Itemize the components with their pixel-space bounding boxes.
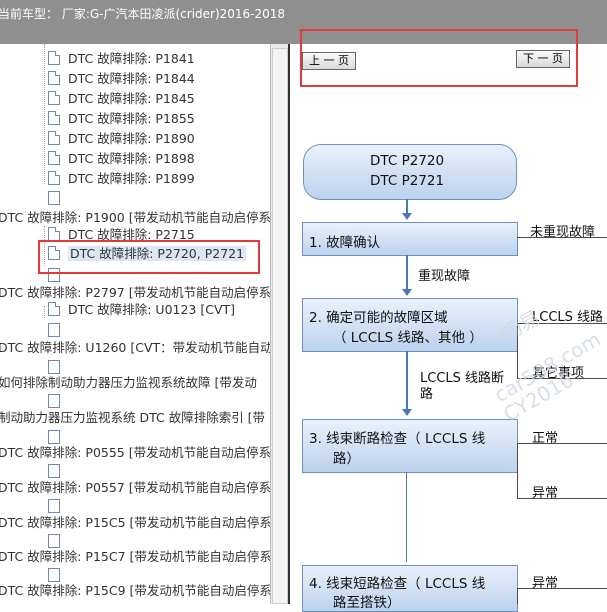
tree-item[interactable]: DTC 故障排除: P0555 [带发动机节能自动启停系 <box>0 443 270 463</box>
flow-label: 重现故障 <box>418 269 471 284</box>
tree-item[interactable]: DTC 故障排除: P15C9 [带发动机节能自动启停系 <box>0 581 270 601</box>
flow-connector <box>517 588 518 604</box>
tree-item[interactable]: DTC 故障排除: U0123 [CVT] <box>48 300 235 320</box>
document-icon <box>48 131 60 145</box>
flow-arrow <box>402 351 412 416</box>
document-icon <box>48 171 60 185</box>
flow-label: 路 <box>420 387 434 402</box>
flow-connector <box>517 443 607 444</box>
tree-item[interactable]: DTC 故障排除: P15C5 [带发动机节能自动启停系 <box>0 513 270 533</box>
document-icon <box>48 360 60 374</box>
navigation-highlight-box <box>300 29 578 87</box>
flow-label: 正常 <box>532 431 559 446</box>
flow-step3-box: 3. 线束断路检查（ LCCLS 线 路） <box>302 419 518 473</box>
document-icon <box>48 499 60 513</box>
scrollbar-thumb[interactable] <box>272 48 288 604</box>
document-icon <box>48 191 60 205</box>
document-icon <box>48 394 60 408</box>
document-icon <box>48 111 60 125</box>
flow-label: LCCLS 线路 <box>532 310 604 325</box>
document-icon <box>48 91 60 105</box>
document-icon <box>48 51 60 65</box>
tree-item[interactable]: DTC 故障排除: P1899 <box>48 169 195 189</box>
flow-label: 未重现故障 <box>530 225 596 240</box>
tree-item[interactable]: DTC 故障排除: P1844 <box>48 69 195 89</box>
flow-connector <box>517 588 607 589</box>
tree-item[interactable]: DTC 故障排除: P1890 <box>48 129 195 149</box>
selection-highlight-box <box>38 240 260 274</box>
flow-label: 异常 <box>532 486 559 501</box>
flow-step2-box: 2. 确定可能的故障区域 （ LCCLS 线路、其他 ） <box>302 298 518 352</box>
flow-start-box: DTC P2720 DTC P2721 <box>303 144 517 200</box>
document-icon <box>48 568 60 582</box>
flow-connector <box>517 443 518 498</box>
tree-item[interactable]: 制动助力器压力监视系统 DTC 故障排除索引 [带 <box>0 408 265 428</box>
current-vehicle-label: 当前车型： 厂家:G-广汽本田凌派(crider)2016-2018 <box>0 7 286 21</box>
tree-item[interactable]: DTC 故障排除: P1855 <box>48 109 195 129</box>
tree-item[interactable]: DTC 故障排除: P1845 <box>48 89 195 109</box>
flow-connector <box>517 498 607 499</box>
document-icon <box>48 227 60 241</box>
document-icon <box>48 151 60 165</box>
tree-panel[interactable]: DTC 故障排除: P1841 DTC 故障排除: P1844 DTC 故障排除… <box>0 44 270 604</box>
tree-item[interactable]: DTC 故障排除: P15C7 [带发动机节能自动启停系 <box>0 547 270 567</box>
tree-item[interactable]: DTC 故障排除: P1841 <box>48 49 195 69</box>
flow-step1-box: 1. 故障确认 <box>302 222 518 256</box>
document-icon <box>48 323 60 337</box>
document-icon <box>48 71 60 85</box>
tree-item[interactable]: 如何排除制动助力器压力监视系统故障 [带发动 <box>0 373 257 393</box>
document-icon <box>48 534 60 548</box>
tree-item[interactable]: DTC 故障排除: U1260 [CVT：带发动机节能自动 <box>0 338 270 358</box>
document-icon <box>48 464 60 478</box>
document-icon <box>48 302 60 316</box>
flow-step4-box: 4. 线束短路检查（ LCCLS 线 路至搭铁） <box>302 565 518 612</box>
flow-label: 异常 <box>532 576 559 591</box>
flow-connector <box>406 472 407 562</box>
flow-arrow <box>402 255 412 296</box>
tree-item[interactable]: DTC 故障排除: P1898 <box>48 149 195 169</box>
document-icon <box>48 430 60 444</box>
tree-item[interactable]: DTC 故障排除: P0557 [带发动机节能自动启停系 <box>0 478 270 498</box>
flow-arrow <box>402 199 412 220</box>
